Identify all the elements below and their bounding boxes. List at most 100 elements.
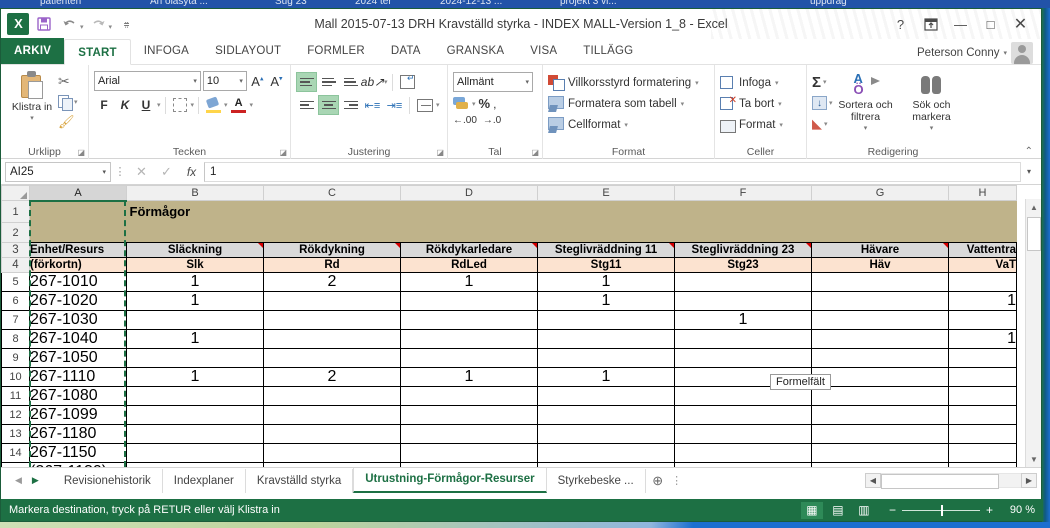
column-header-h[interactable]: H: [948, 185, 1017, 201]
cell-C15[interactable]: [263, 462, 401, 467]
cell-c3[interactable]: Rökdykning: [263, 242, 401, 258]
row-header-13[interactable]: 13: [1, 424, 30, 444]
cell-G5[interactable]: [811, 272, 949, 292]
cell-e1[interactable]: [537, 200, 675, 223]
font-color-caret-icon[interactable]: ▾: [250, 101, 254, 109]
vertical-scrollbar[interactable]: ▲ ▼: [1025, 199, 1041, 467]
cell-H6[interactable]: 1: [948, 291, 1017, 311]
cell-c2[interactable]: [263, 222, 401, 243]
cell-G6[interactable]: [811, 291, 949, 311]
cell-E12[interactable]: [537, 405, 675, 425]
cell-D13[interactable]: [400, 424, 538, 444]
customize-qat-icon[interactable]: ⩷: [115, 13, 138, 36]
cell-f4[interactable]: Stg23: [674, 257, 812, 273]
minimize-button[interactable]: —: [946, 12, 975, 36]
cell-A10[interactable]: 267-1110: [29, 367, 127, 387]
row-header-8[interactable]: 8: [1, 329, 30, 349]
cell-B14[interactable]: [126, 443, 264, 463]
undo-caret-icon[interactable]: ▾: [80, 23, 84, 31]
font-name-input[interactable]: Arial ▾: [94, 71, 201, 91]
cell-G14[interactable]: [811, 443, 949, 463]
delete-cells-button[interactable]: Ta bort ▾: [720, 93, 801, 114]
help-icon[interactable]: ?: [886, 12, 915, 36]
cell-b2[interactable]: [126, 222, 264, 243]
add-sheet-icon[interactable]: ⊕: [646, 473, 670, 489]
cell-D8[interactable]: [400, 329, 538, 349]
cell-styles-caret-icon[interactable]: ▾: [624, 121, 628, 129]
align-left-button[interactable]: [296, 95, 317, 115]
tab-infoga[interactable]: INFOGA: [131, 38, 202, 64]
orientation-button[interactable]: ab↗: [361, 72, 384, 92]
column-header-e[interactable]: E: [537, 185, 675, 201]
sheet-nav-next-icon[interactable]: ▶: [32, 475, 39, 486]
cell-c4[interactable]: Rd: [263, 257, 401, 273]
cell-b4[interactable]: Slk: [126, 257, 264, 273]
cell-C13[interactable]: [263, 424, 401, 444]
tab-arkiv[interactable]: ARKIV: [1, 38, 65, 64]
cell-e2[interactable]: [537, 222, 675, 243]
cell-g4[interactable]: Häv: [811, 257, 949, 273]
cell-H15[interactable]: [948, 462, 1017, 467]
cell-G12[interactable]: [811, 405, 949, 425]
cell-h1[interactable]: [948, 200, 1017, 223]
sheet-tab-styrkebeske[interactable]: Styrkebeske ...: [547, 468, 646, 493]
redo-caret-icon[interactable]: ▾: [109, 23, 113, 31]
zoom-slider-thumb[interactable]: [940, 504, 943, 516]
cell-A15[interactable]: (267-1130) se 5030: [29, 462, 127, 467]
font-dialog-launcher-icon[interactable]: ◪: [279, 148, 287, 157]
cell-E5[interactable]: 1: [537, 272, 675, 292]
decrease-decimal-icon[interactable]: →.0: [483, 115, 501, 126]
cell-B8[interactable]: 1: [126, 329, 264, 349]
cell-f1[interactable]: [674, 200, 812, 223]
autosum-caret-icon[interactable]: ▾: [823, 78, 827, 86]
copy-button[interactable]: ▾: [58, 92, 78, 111]
sheet-tab-utrustning-formagor-resurser[interactable]: Utrustning-Förmågor-Resurser: [353, 468, 547, 493]
cell-f3[interactable]: Steglivräddning 23: [674, 242, 812, 258]
cell-C8[interactable]: [263, 329, 401, 349]
borders-caret-icon[interactable]: ▾: [191, 101, 195, 109]
cell-A13[interactable]: 267-1180: [29, 424, 127, 444]
cell-B12[interactable]: [126, 405, 264, 425]
tab-formler[interactable]: FORMLER: [294, 38, 378, 64]
scroll-down-button[interactable]: ▼: [1026, 451, 1041, 467]
cell-F15[interactable]: 1: [674, 462, 812, 467]
format-as-table-button[interactable]: Formatera som tabell ▾: [548, 93, 709, 114]
merge-cells-button[interactable]: [414, 95, 435, 115]
align-bottom-button[interactable]: [340, 72, 361, 92]
expand-formula-bar-icon[interactable]: ▾: [1021, 167, 1037, 176]
cell-H12[interactable]: [948, 405, 1017, 425]
cell-g1[interactable]: [811, 200, 949, 223]
cell-a1[interactable]: [29, 200, 127, 223]
format-cells-button[interactable]: Format ▾: [720, 114, 801, 135]
column-header-c[interactable]: C: [263, 185, 401, 201]
cell-D7[interactable]: [400, 310, 538, 330]
cell-a3[interactable]: Enhet/Resurs: [29, 242, 127, 258]
tab-visa[interactable]: VISA: [517, 38, 570, 64]
merge-caret-icon[interactable]: ▾: [436, 101, 440, 109]
row-header-12[interactable]: 12: [1, 405, 30, 425]
bold-button[interactable]: F: [94, 95, 114, 115]
cell-A12[interactable]: 267-1099: [29, 405, 127, 425]
cell-D14[interactable]: [400, 443, 538, 463]
row-header-14[interactable]: 14: [1, 443, 30, 463]
scroll-up-button[interactable]: ▲: [1026, 199, 1041, 215]
cell-c1[interactable]: [263, 200, 401, 223]
cell-A11[interactable]: 267-1080: [29, 386, 127, 406]
cell-H7[interactable]: [948, 310, 1017, 330]
cell-G7[interactable]: [811, 310, 949, 330]
select-all-corner[interactable]: [1, 185, 30, 201]
cell-A7[interactable]: 267-1030: [29, 310, 127, 330]
formula-input[interactable]: 1: [204, 161, 1021, 182]
cell-E13[interactable]: [537, 424, 675, 444]
cell-F7[interactable]: 1: [674, 310, 812, 330]
hscroll-left-button[interactable]: ◀: [865, 473, 881, 488]
cell-C9[interactable]: [263, 348, 401, 368]
cell-d4[interactable]: RdLed: [400, 257, 538, 273]
tab-tillagg[interactable]: TILLÄGG: [570, 38, 646, 64]
cell-C10[interactable]: 2: [263, 367, 401, 387]
align-top-button[interactable]: [296, 72, 317, 92]
currency-caret-icon[interactable]: ▾: [472, 100, 476, 108]
cell-a2[interactable]: [29, 222, 127, 243]
align-right-button[interactable]: [340, 95, 361, 115]
cell-h3[interactable]: Vattentra: [948, 242, 1017, 258]
